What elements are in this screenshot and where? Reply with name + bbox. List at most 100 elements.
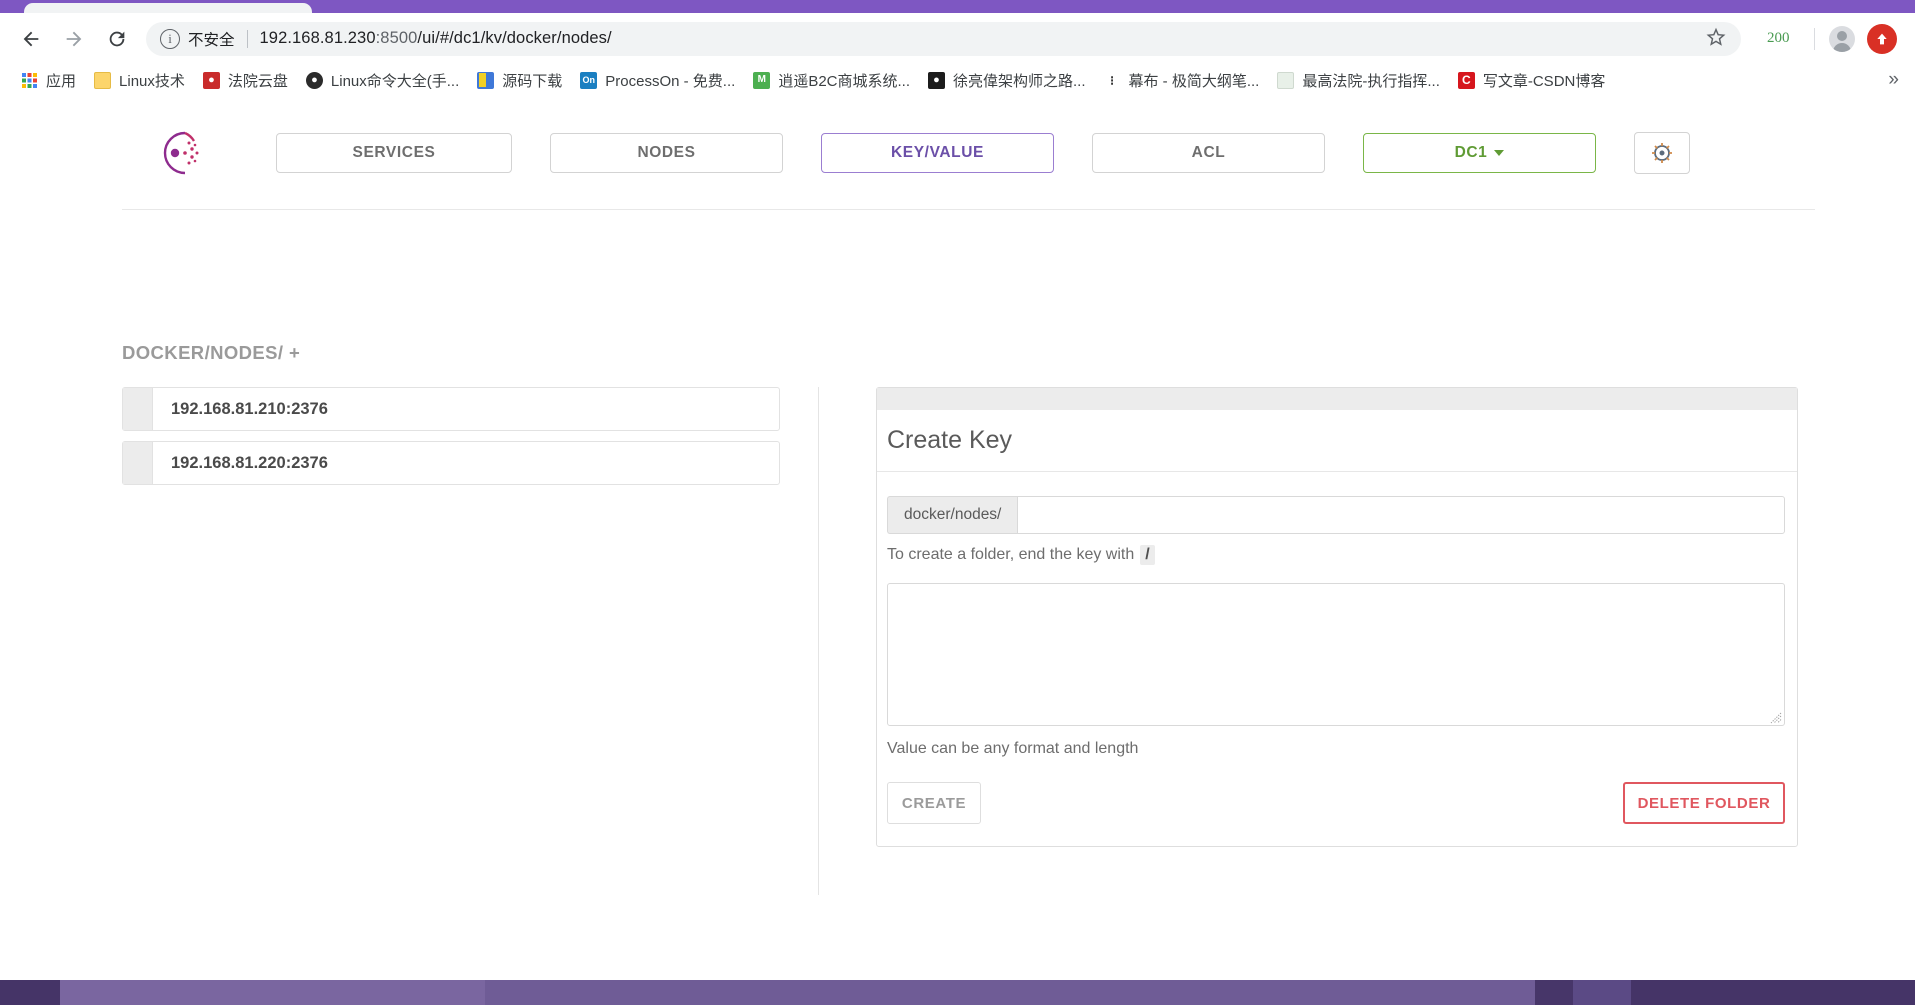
nav-tab-key-value[interactable]: KEY/VALUE [821, 133, 1054, 173]
processon-icon: On [580, 71, 598, 89]
address-bar[interactable]: i 不安全 192.168.81.230:8500/ui/#/dc1/kv/do… [146, 21, 1741, 56]
tab-strip-left-curve [0, 0, 26, 13]
nav-datacenter-label: DC1 [1454, 144, 1488, 161]
bookmark-label: 源码下载 [502, 72, 563, 90]
toolbar-separator [1813, 27, 1815, 50]
list-item-label: 192.168.81.210:2376 [171, 399, 328, 418]
reload-icon[interactable] [98, 20, 136, 58]
tab-strip [0, 0, 1915, 13]
panel-body: docker/nodes/ To create a folder, end th… [877, 472, 1797, 846]
resize-handle-icon[interactable] [1770, 711, 1782, 724]
bookmark-label: 法院云盘 [227, 72, 288, 90]
url-path: /ui/#/dc1/kv/docker/nodes/ [417, 29, 612, 47]
extension-badge-count[interactable]: 200 [1767, 30, 1790, 47]
bookmark-label: ProcessOn - 免费... [605, 72, 736, 90]
bookmark-label: 写文章-CSDN博客 [1482, 72, 1606, 90]
bookmark-label: 幕布 - 极简大纲笔... [1128, 72, 1260, 90]
bookmark-apps[interactable]: 应用 [12, 67, 85, 93]
consul-navbar: SERVICES NODES KEY/VALUE ACL DC1 [0, 96, 1915, 210]
nav-tab-label: KEY/VALUE [891, 144, 984, 161]
bookmark-architect-blog[interactable]: ● 徐亮偉架构师之路... [919, 67, 1095, 93]
url-port: :8500 [375, 29, 418, 47]
nav-tab-acl[interactable]: ACL [1092, 133, 1325, 173]
value-textarea[interactable] [888, 584, 1784, 725]
bookmarks-overflow-icon[interactable]: » [1888, 69, 1899, 91]
bookmark-csdn[interactable]: C 写文章-CSDN博客 [1449, 67, 1615, 93]
bookmark-mubu[interactable]: ⁝ 幕布 - 极简大纲笔... [1095, 67, 1269, 93]
bookmark-linux-commands[interactable]: ● Linux命令大全(手... [297, 67, 468, 93]
cloud-disk-icon: ● [202, 71, 220, 89]
taskbar-segment [1573, 980, 1631, 1005]
list-item[interactable]: 192.168.81.220:2376 [122, 441, 780, 485]
mall-icon: M [753, 71, 771, 89]
profile-avatar[interactable] [1823, 20, 1861, 58]
list-item-accent [123, 388, 153, 430]
bookmark-label: Linux技术 [119, 72, 185, 90]
nav-datacenter-selector[interactable]: DC1 [1363, 133, 1596, 173]
nav-tab-label: SERVICES [352, 144, 436, 161]
blog-icon: ● [928, 71, 945, 89]
bookmark-label: 应用 [46, 72, 77, 90]
nav-tab-label: NODES [637, 144, 696, 161]
security-label: 不安全 [188, 31, 235, 49]
column-divider [818, 387, 819, 895]
browser-toolbar: i 不安全 192.168.81.230:8500/ui/#/dc1/kv/do… [0, 13, 1915, 64]
consul-page: SERVICES NODES KEY/VALUE ACL DC1 DOCKER/… [0, 96, 1915, 980]
bookmark-label: 最高法院-执行指挥... [1302, 72, 1440, 90]
bookmark-b2c-mall[interactable]: M 逍遥B2C商城系统... [744, 67, 919, 93]
key-input[interactable] [1017, 496, 1785, 534]
bookmark-court-cloud-disk[interactable]: ● 法院云盘 [194, 67, 297, 93]
list-item[interactable]: 192.168.81.210:2376 [122, 387, 780, 431]
site-info-icon[interactable]: i [160, 28, 180, 49]
panel-top-stripe [877, 388, 1797, 410]
update-button[interactable] [1866, 23, 1897, 54]
bookmark-linux-tech[interactable]: Linux技术 [85, 67, 194, 93]
bookmark-supreme-court[interactable]: 最高法院-执行指挥... [1268, 67, 1449, 93]
panel-actions: CREATE DELETE FOLDER [887, 782, 1785, 824]
breadcrumb[interactable]: DOCKER/NODES/ + [122, 342, 300, 364]
forward-icon[interactable] [55, 20, 93, 58]
apps-grid-icon [21, 72, 38, 89]
omnibox-separator [246, 29, 248, 48]
bookmark-source-download[interactable]: 源码下载 [468, 67, 571, 93]
nav-tab-nodes[interactable]: NODES [550, 133, 783, 173]
settings-button[interactable] [1634, 132, 1690, 174]
court-icon [1277, 71, 1295, 89]
create-key-panel: Create Key docker/nodes/ To create a fol… [876, 387, 1798, 847]
taskbar-segment [485, 980, 1535, 1005]
create-button[interactable]: CREATE [887, 782, 981, 824]
gear-icon [1652, 143, 1672, 163]
taskbar-segment [60, 980, 485, 1005]
os-taskbar [0, 980, 1915, 1005]
panel-header: Create Key [877, 410, 1797, 472]
delete-folder-button[interactable]: DELETE FOLDER [1623, 782, 1785, 824]
download-icon [477, 71, 495, 89]
browser-window: i 不安全 192.168.81.230:8500/ui/#/dc1/kv/do… [0, 0, 1915, 1005]
taskbar-segment [1535, 980, 1573, 1005]
kv-list: 192.168.81.210:2376 192.168.81.220:2376 [122, 387, 780, 495]
url-host: 192.168.81.230 [259, 29, 376, 47]
address-bar-url: 192.168.81.230:8500/ui/#/dc1/kv/docker/n… [260, 29, 612, 48]
chevron-down-icon [1494, 150, 1505, 156]
nav-tab-services[interactable]: SERVICES [276, 133, 512, 173]
avatar-icon [1828, 25, 1855, 52]
bookmarks-bar: 应用 Linux技术 ● 法院云盘 ● Linux命令大全(手... 源码下载 … [0, 64, 1915, 96]
navbar-divider [122, 209, 1815, 210]
key-prefix-label: docker/nodes/ [887, 496, 1018, 534]
bookmark-processon[interactable]: On ProcessOn - 免费... [571, 67, 744, 93]
bookmark-label: 徐亮偉架构师之路... [953, 72, 1086, 90]
list-item-label: 192.168.81.220:2376 [171, 453, 328, 472]
csdn-icon: C [1457, 71, 1475, 89]
key-hint-text: To create a folder, end the key with [887, 546, 1135, 563]
mubu-icon: ⁝ [1109, 72, 1115, 88]
bookmark-star-icon[interactable] [1705, 25, 1727, 52]
list-item-accent [123, 442, 153, 484]
folder-icon [94, 71, 112, 89]
consul-logo[interactable] [154, 127, 206, 179]
back-icon[interactable] [12, 20, 50, 58]
taskbar-segment [1631, 980, 1915, 1005]
key-input-group: docker/nodes/ [887, 496, 1785, 534]
key-hint: To create a folder, end the key with / [887, 545, 1787, 565]
taskbar-segment [0, 980, 60, 1005]
browser-tab-active[interactable] [24, 3, 312, 13]
